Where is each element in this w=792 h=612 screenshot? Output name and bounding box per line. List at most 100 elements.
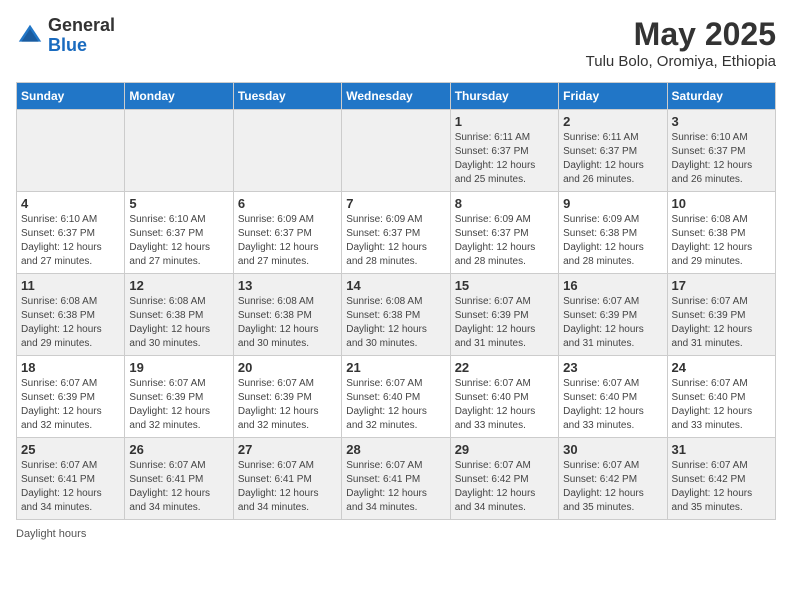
calendar-week-row-2: 4 Sunrise: 6:10 AMSunset: 6:37 PMDaylight… [17,192,776,274]
calendar-week-row-4: 18 Sunrise: 6:07 AMSunset: 6:39 PMDayligh… [17,356,776,438]
calendar-cell: 22 Sunrise: 6:07 AMSunset: 6:40 PMDayligh… [450,356,558,438]
calendar-cell: 13Sunrise: 6:08 AMSunset: 6:38 PMDayligh… [233,274,341,356]
calendar-header-wednesday: Wednesday [342,83,450,110]
day-info: Sunrise: 6:10 AMSunset: 6:37 PMDaylight:… [672,131,771,187]
day-number: 12 [129,278,228,293]
day-number: 31 [672,442,771,457]
day-number: 24 [672,360,771,375]
day-info: Sunrise: 6:08 AMSunset: 6:38 PMDaylight:… [672,213,771,269]
day-info: Sunrise: 6:07 AMSunset: 6:39 PMDaylight:… [21,377,120,433]
day-number: 8 [455,196,554,211]
day-info: Sunrise: 6:07 AMSunset: 6:39 PMDaylight:… [238,377,337,433]
logo-icon [16,22,44,50]
day-number: 11 [21,278,120,293]
calendar-cell: 2 Sunrise: 6:11 AMSunset: 6:37 PMDaylight… [559,110,667,192]
calendar-cell: 14 Sunrise: 6:08 AMSunset: 6:38 PMDayligh… [342,274,450,356]
day-info: Sunrise: 6:07 AMSunset: 6:39 PMDaylight:… [563,295,662,351]
footer-note: Daylight hours [16,528,776,540]
day-number: 13 [238,278,337,293]
calendar-cell [125,110,233,192]
day-info: Sunrise: 6:07 AMSunset: 6:41 PMDaylight:… [346,459,445,515]
day-info: Sunrise: 6:07 AMSunset: 6:40 PMDaylight:… [672,377,771,433]
day-info: Sunrise: 6:07 AMSunset: 6:42 PMDaylight:… [672,459,771,515]
day-info: Sunrise: 6:09 AMSunset: 6:37 PMDaylight:… [238,213,337,269]
day-number: 19 [129,360,228,375]
calendar-cell: 25 Sunrise: 6:07 AMSunset: 6:41 PMDayligh… [17,438,125,520]
day-number: 1 [455,114,554,129]
day-info: Sunrise: 6:07 AMSunset: 6:40 PMDaylight:… [346,377,445,433]
day-number: 16 [563,278,662,293]
day-number: 6 [238,196,337,211]
calendar-cell: 28 Sunrise: 6:07 AMSunset: 6:41 PMDayligh… [342,438,450,520]
day-info: Sunrise: 6:09 AMSunset: 6:38 PMDaylight:… [563,213,662,269]
day-info: Sunrise: 6:09 AMSunset: 6:37 PMDaylight:… [346,213,445,269]
day-info: Sunrise: 6:07 AMSunset: 6:40 PMDaylight:… [455,377,554,433]
calendar-header-monday: Monday [125,83,233,110]
day-info: Sunrise: 6:07 AMSunset: 6:42 PMDaylight:… [563,459,662,515]
calendar-cell: 6 Sunrise: 6:09 AMSunset: 6:37 PMDaylight… [233,192,341,274]
page-header: General Blue May 2025 Tulu Bolo, Oromiya… [16,16,776,70]
day-info: Sunrise: 6:08 AMSunset: 6:38 PMDaylight:… [129,295,228,351]
day-number: 25 [21,442,120,457]
calendar-table: SundayMondayTuesdayWednesdayThursdayFrid… [16,82,776,520]
day-info: Sunrise: 6:08 AMSunset: 6:38 PMDaylight:… [346,295,445,351]
day-number: 30 [563,442,662,457]
calendar-cell: 1Sunrise: 6:11 AMSunset: 6:37 PMDaylight… [450,110,558,192]
calendar-cell: 20Sunrise: 6:07 AMSunset: 6:39 PMDayligh… [233,356,341,438]
calendar-cell: 21 Sunrise: 6:07 AMSunset: 6:40 PMDayligh… [342,356,450,438]
day-number: 5 [129,196,228,211]
day-number: 28 [346,442,445,457]
main-title: May 2025 [586,16,776,53]
day-number: 21 [346,360,445,375]
calendar-cell: 3 Sunrise: 6:10 AMSunset: 6:37 PMDaylight… [667,110,775,192]
day-number: 27 [238,442,337,457]
day-info: Sunrise: 6:07 AMSunset: 6:39 PMDaylight:… [129,377,228,433]
day-info: Sunrise: 6:07 AMSunset: 6:42 PMDaylight:… [455,459,554,515]
calendar-cell [233,110,341,192]
day-number: 23 [563,360,662,375]
calendar-cell: 12 Sunrise: 6:08 AMSunset: 6:38 PMDayligh… [125,274,233,356]
calendar-header-sunday: Sunday [17,83,125,110]
calendar-cell: 23Sunrise: 6:07 AMSunset: 6:40 PMDayligh… [559,356,667,438]
day-number: 3 [672,114,771,129]
calendar-cell: 7Sunrise: 6:09 AMSunset: 6:37 PMDaylight… [342,192,450,274]
calendar-cell: 26Sunrise: 6:07 AMSunset: 6:41 PMDayligh… [125,438,233,520]
calendar-cell: 19 Sunrise: 6:07 AMSunset: 6:39 PMDayligh… [125,356,233,438]
logo-text: General Blue [48,16,115,56]
day-info: Sunrise: 6:10 AMSunset: 6:37 PMDaylight:… [129,213,228,269]
calendar-week-row-3: 11 Sunrise: 6:08 AMSunset: 6:38 PMDayligh… [17,274,776,356]
day-number: 2 [563,114,662,129]
calendar-cell: 27Sunrise: 6:07 AMSunset: 6:41 PMDayligh… [233,438,341,520]
day-number: 17 [672,278,771,293]
calendar-header-saturday: Saturday [667,83,775,110]
calendar-cell: 18 Sunrise: 6:07 AMSunset: 6:39 PMDayligh… [17,356,125,438]
day-info: Sunrise: 6:07 AMSunset: 6:41 PMDaylight:… [21,459,120,515]
day-number: 10 [672,196,771,211]
day-number: 29 [455,442,554,457]
day-info: Sunrise: 6:07 AMSunset: 6:39 PMDaylight:… [672,295,771,351]
calendar-cell [17,110,125,192]
calendar-cell [342,110,450,192]
day-number: 4 [21,196,120,211]
calendar-week-row-5: 25 Sunrise: 6:07 AMSunset: 6:41 PMDayligh… [17,438,776,520]
calendar-cell: 24 Sunrise: 6:07 AMSunset: 6:40 PMDayligh… [667,356,775,438]
calendar-cell: 16 Sunrise: 6:07 AMSunset: 6:39 PMDayligh… [559,274,667,356]
calendar-header-row: SundayMondayTuesdayWednesdayThursdayFrid… [17,83,776,110]
calendar-header-thursday: Thursday [450,83,558,110]
calendar-cell: 15Sunrise: 6:07 AMSunset: 6:39 PMDayligh… [450,274,558,356]
calendar-cell: 17 Sunrise: 6:07 AMSunset: 6:39 PMDayligh… [667,274,775,356]
day-number: 9 [563,196,662,211]
calendar-cell: 31 Sunrise: 6:07 AMSunset: 6:42 PMDayligh… [667,438,775,520]
day-info: Sunrise: 6:11 AMSunset: 6:37 PMDaylight:… [563,131,662,187]
calendar-week-row-1: 1 Sunrise: 6:11 AMSunset: 6:37 PMDaylight… [17,110,776,192]
day-info: Sunrise: 6:08 AMSunset: 6:38 PMDaylight:… [21,295,120,351]
day-info: Sunrise: 6:07 AMSunset: 6:41 PMDaylight:… [129,459,228,515]
calendar-cell: 30 Sunrise: 6:07 AMSunset: 6:42 PMDayligh… [559,438,667,520]
day-number: 14 [346,278,445,293]
day-number: 18 [21,360,120,375]
logo: General Blue [16,16,115,56]
calendar-header-friday: Friday [559,83,667,110]
day-info: Sunrise: 6:09 AMSunset: 6:37 PMDaylight:… [455,213,554,269]
day-number: 22 [455,360,554,375]
calendar-cell: 11 Sunrise: 6:08 AMSunset: 6:38 PMDayligh… [17,274,125,356]
